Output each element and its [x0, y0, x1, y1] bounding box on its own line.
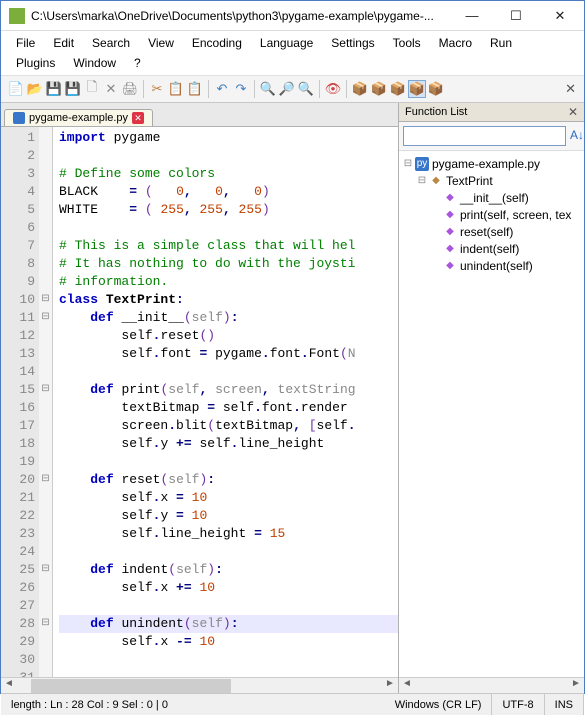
- toolbar-button-21[interactable]: 📦: [351, 80, 369, 98]
- line-gutter: 1234567891011121314151617181920212223242…: [1, 127, 39, 677]
- toolbar-button-13[interactable]: ↷: [232, 80, 250, 98]
- toolbar-button-6[interactable]: 🖨: [121, 80, 139, 98]
- status-insert-mode[interactable]: INS: [545, 694, 584, 715]
- toolbar-button-22[interactable]: 📦: [370, 80, 388, 98]
- menu-edit[interactable]: Edit: [44, 33, 83, 53]
- scroll-right-icon[interactable]: ►: [382, 678, 398, 693]
- tab-bar: pygame-example.py ✕: [1, 103, 398, 127]
- toolbar-button-10[interactable]: 📋: [186, 80, 204, 98]
- panel-title: Function List: [405, 106, 467, 118]
- tab-label: pygame-example.py: [29, 112, 128, 124]
- toolbar-button-17[interactable]: 🔍: [297, 80, 315, 98]
- tree-method-1[interactable]: ◆print(self, screen, tex: [401, 206, 582, 223]
- status-encoding[interactable]: UTF-8: [492, 694, 544, 715]
- toolbar-button-16[interactable]: 🔎: [278, 80, 296, 98]
- menu-encoding[interactable]: Encoding: [183, 33, 251, 53]
- menu-settings[interactable]: Settings: [322, 33, 383, 53]
- menu-plugins[interactable]: Plugins: [7, 53, 64, 73]
- toolbar-button-25[interactable]: 📦: [427, 80, 445, 98]
- function-search-input[interactable]: [403, 126, 566, 146]
- toolbar: 📄📂💾💾🗋✕🖨✂📋📋↶↷🔍🔎🔍👁📦📦📦📦📦✕: [1, 75, 584, 103]
- panel-close-icon[interactable]: ✕: [568, 105, 578, 119]
- toolbar-button-4[interactable]: 🗋: [83, 80, 101, 98]
- h-scrollbar[interactable]: ◄ ►: [1, 677, 398, 693]
- file-icon: [13, 112, 25, 124]
- toolbar-button-24[interactable]: 📦: [408, 80, 426, 98]
- toolbar-button-0[interactable]: 📄: [7, 80, 25, 98]
- menu-run[interactable]: Run: [481, 33, 521, 53]
- tab-close-icon[interactable]: ✕: [132, 112, 144, 124]
- minimize-button[interactable]: —: [450, 2, 494, 30]
- maximize-button[interactable]: ☐: [494, 2, 538, 30]
- status-bar: length : Ln : 28 Col : 9 Sel : 0 | 0 Win…: [1, 693, 584, 715]
- menu-bar: FileEditSearchViewEncodingLanguageSettin…: [1, 31, 584, 75]
- toolbar-button-3[interactable]: 💾: [64, 80, 82, 98]
- app-icon: [9, 8, 25, 24]
- tree-method-3[interactable]: ◆indent(self): [401, 240, 582, 257]
- menu-tools[interactable]: Tools: [384, 33, 430, 53]
- editor-pane: pygame-example.py ✕ 12345678910111213141…: [1, 103, 399, 693]
- tree-class[interactable]: ⊟◆TextPrint: [401, 172, 582, 189]
- status-position: length : Ln : 28 Col : 9 Sel : 0 | 0: [1, 694, 178, 715]
- tree-file[interactable]: ⊟pypygame-example.py: [401, 155, 582, 172]
- function-tree[interactable]: ⊟pypygame-example.py⊟◆TextPrint◆__init__…: [399, 151, 584, 677]
- panel-title-bar: Function List ✕: [399, 103, 584, 122]
- title-bar: C:\Users\marka\OneDrive\Documents\python…: [1, 1, 584, 31]
- close-button[interactable]: ✕: [538, 2, 582, 30]
- code-text[interactable]: import pygame# Define some colorsBLACK =…: [53, 127, 398, 677]
- scroll-thumb[interactable]: [31, 679, 231, 693]
- menu-search[interactable]: Search: [83, 33, 139, 53]
- menu-file[interactable]: File: [7, 33, 44, 53]
- toolbar-button-15[interactable]: 🔍: [259, 80, 277, 98]
- toolbar-button-9[interactable]: 📋: [167, 80, 185, 98]
- menu-view[interactable]: View: [139, 33, 183, 53]
- menu-help[interactable]: ?: [125, 53, 150, 73]
- toolbar-button-1[interactable]: 📂: [26, 80, 44, 98]
- fold-gutter[interactable]: ⊟⊟⊟⊟⊟⊟: [39, 127, 53, 677]
- panel-h-scrollbar[interactable]: ◄►: [399, 677, 584, 693]
- toolbar-button-5[interactable]: ✕: [102, 80, 120, 98]
- sort-icon[interactable]: A↓: [570, 126, 584, 144]
- code-editor[interactable]: 1234567891011121314151617181920212223242…: [1, 127, 398, 677]
- scroll-left-icon[interactable]: ◄: [1, 678, 17, 693]
- toolbar-overflow-icon[interactable]: ✕: [565, 81, 576, 97]
- menu-macro[interactable]: Macro: [430, 33, 481, 53]
- menu-language[interactable]: Language: [251, 33, 322, 53]
- panel-search-bar: A↓ ⟳: [399, 122, 584, 151]
- tree-method-0[interactable]: ◆__init__(self): [401, 189, 582, 206]
- toolbar-button-19[interactable]: 👁: [324, 80, 342, 98]
- tree-method-2[interactable]: ◆reset(self): [401, 223, 582, 240]
- tree-method-4[interactable]: ◆unindent(self): [401, 257, 582, 274]
- function-list-panel: Function List ✕ A↓ ⟳ ⊟pypygame-example.p…: [399, 103, 584, 693]
- toolbar-button-23[interactable]: 📦: [389, 80, 407, 98]
- toolbar-button-8[interactable]: ✂: [148, 80, 166, 98]
- status-eol[interactable]: Windows (CR LF): [385, 694, 493, 715]
- toolbar-button-12[interactable]: ↶: [213, 80, 231, 98]
- toolbar-button-2[interactable]: 💾: [45, 80, 63, 98]
- menu-window[interactable]: Window: [64, 53, 125, 73]
- window-title: C:\Users\marka\OneDrive\Documents\python…: [31, 9, 450, 23]
- file-tab[interactable]: pygame-example.py ✕: [4, 109, 153, 126]
